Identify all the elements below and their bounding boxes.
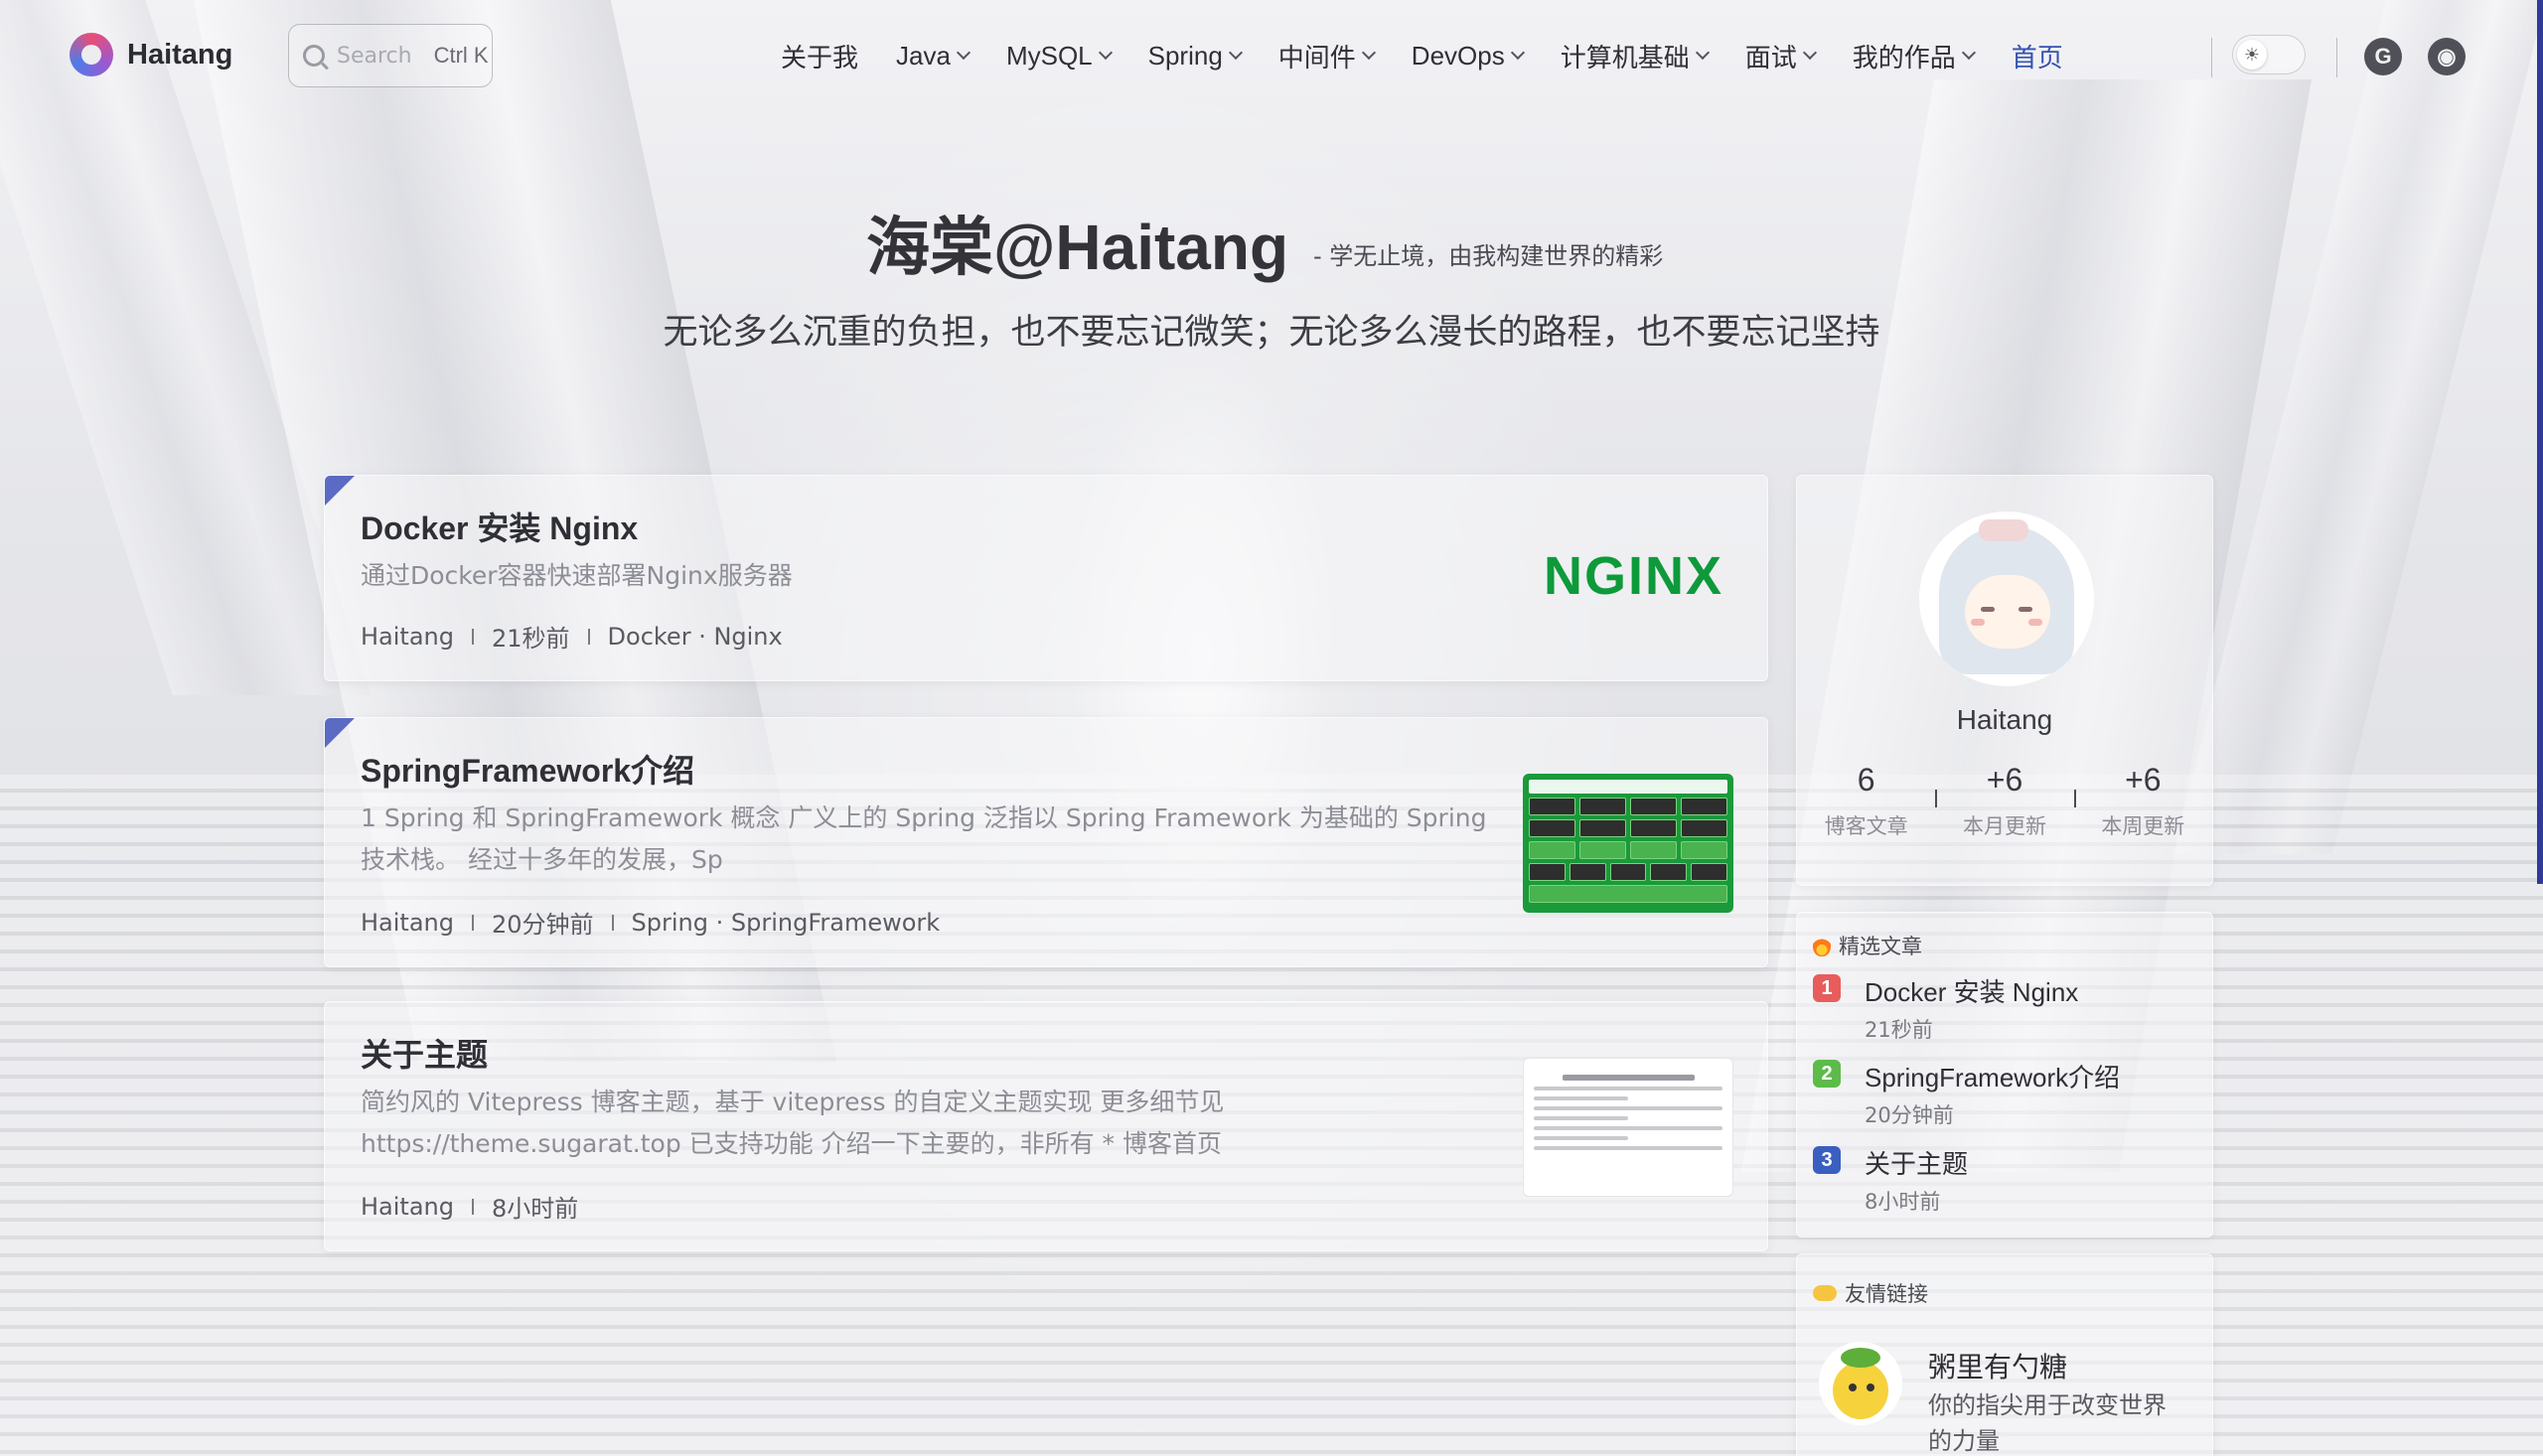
site-logo[interactable]: Haitang bbox=[70, 33, 232, 76]
rank-badge: 1 bbox=[1813, 974, 1841, 1002]
post-author: Haitang bbox=[361, 1192, 454, 1221]
handshake-icon bbox=[1813, 1285, 1837, 1301]
featured-heading: 精选文章 bbox=[1813, 931, 1922, 960]
chevron-down-icon bbox=[1098, 45, 1113, 61]
search-placeholder: Search bbox=[337, 43, 412, 69]
nav-item-works[interactable]: 我的作品 bbox=[1853, 38, 1976, 74]
search-icon bbox=[303, 45, 325, 67]
nav-item-home[interactable]: 首页 bbox=[2012, 38, 2063, 74]
post-description: 通过Docker容器快速部署Nginx服务器 bbox=[361, 561, 793, 590]
post-tags[interactable]: Spring · SpringFramework bbox=[632, 909, 941, 937]
featured-title[interactable]: 关于主题 bbox=[1865, 1144, 1968, 1181]
nav-divider bbox=[2211, 38, 2212, 77]
featured-time: 21秒前 bbox=[1865, 1018, 1933, 1042]
post-description: 简约风的 Vitepress 博客主题，基于 vitepress 的自定义主题实… bbox=[361, 1088, 1225, 1158]
post-cover-nginx-logo: NGINX bbox=[1543, 546, 1723, 606]
post-title[interactable]: 关于主题 bbox=[361, 1030, 488, 1076]
hero-subtitle: - 学无止境，由我构建世界的精彩 bbox=[1313, 242, 1664, 270]
chevron-down-icon bbox=[956, 45, 972, 61]
github-icon[interactable]: ◉ bbox=[2428, 38, 2466, 75]
friend-name[interactable]: 粥里有勺糖 bbox=[1928, 1346, 2067, 1385]
chevron-down-icon bbox=[1695, 45, 1710, 61]
author-name: Haitang bbox=[1956, 704, 2053, 735]
post-time: 8小时前 bbox=[491, 1195, 579, 1223]
friend-links-heading: 友情链接 bbox=[1813, 1278, 1928, 1308]
post-time: 20分钟前 bbox=[491, 911, 594, 939]
chevron-down-icon bbox=[1510, 45, 1525, 61]
chevron-down-icon bbox=[1361, 45, 1376, 61]
friend-links-card: 友情链接 粥里有勺糖 你的指尖用于改变世界的力量 bbox=[1796, 1253, 2213, 1456]
author-stats: 6 博客文章 +6 本月更新 +6 本周更新 bbox=[1797, 762, 2212, 840]
featured-posts-card: 精选文章 1 Docker 安装 Nginx 21秒前 2 SpringFram… bbox=[1796, 912, 2213, 1238]
fire-icon bbox=[1813, 935, 1831, 956]
post-meta: Haitang 21秒前 Docker · Nginx bbox=[361, 619, 783, 654]
nav-item-interview[interactable]: 面试 bbox=[1745, 38, 1817, 74]
search-button[interactable]: Search Ctrl K bbox=[288, 24, 493, 87]
nav-item-mysql[interactable]: MySQL bbox=[1006, 41, 1113, 72]
nav-item-spring[interactable]: Spring bbox=[1148, 41, 1243, 72]
featured-time: 20分钟前 bbox=[1865, 1103, 1954, 1127]
rank-badge: 3 bbox=[1813, 1146, 1841, 1174]
post-cover-image bbox=[1523, 1058, 1733, 1197]
post-card[interactable]: 关于主题 简约风的 Vitepress 博客主题，基于 vitepress 的自… bbox=[324, 1001, 1768, 1251]
nav-item-devops[interactable]: DevOps bbox=[1412, 41, 1525, 72]
main-menu: 关于我 Java MySQL Spring 中间件 DevOps 计算机基础 面… bbox=[781, 34, 2101, 77]
post-tags[interactable]: Docker · Nginx bbox=[608, 623, 783, 651]
top-nav: Haitang Search Ctrl K 关于我 Java MySQL Spr… bbox=[0, 0, 2543, 111]
chevron-down-icon bbox=[1228, 45, 1243, 61]
gitee-icon[interactable]: G bbox=[2364, 38, 2402, 75]
logo-icon bbox=[70, 33, 113, 76]
author-card: Haitang 6 博客文章 +6 本月更新 +6 本周更新 bbox=[1796, 475, 2213, 886]
sun-icon: ☀ bbox=[2237, 40, 2267, 70]
post-title[interactable]: SpringFramework介绍 bbox=[361, 746, 694, 792]
theme-toggle[interactable]: ☀ bbox=[2232, 35, 2306, 74]
chevron-down-icon bbox=[1802, 45, 1817, 61]
featured-title[interactable]: Docker 安装 Nginx bbox=[1865, 972, 2078, 1009]
post-author: Haitang bbox=[361, 908, 454, 937]
post-meta: Haitang 8小时前 bbox=[361, 1189, 578, 1224]
rank-badge: 2 bbox=[1813, 1060, 1841, 1088]
featured-time: 8小时前 bbox=[1865, 1190, 1941, 1214]
friend-avatar[interactable] bbox=[1819, 1342, 1902, 1425]
pinned-marker bbox=[325, 718, 355, 748]
post-meta: Haitang 20分钟前 Spring · SpringFramework bbox=[361, 905, 940, 940]
post-card[interactable]: SpringFramework介绍 1 Spring 和 SpringFrame… bbox=[324, 717, 1768, 967]
post-author: Haitang bbox=[361, 622, 454, 651]
chevron-down-icon bbox=[1961, 45, 1976, 61]
nav-item-about[interactable]: 关于我 bbox=[781, 38, 858, 74]
search-shortcut: Ctrl K bbox=[433, 43, 489, 68]
hero-title: 海棠@Haitang bbox=[866, 212, 1289, 283]
site-name: Haitang bbox=[127, 38, 233, 71]
stat-week: +6 本周更新 bbox=[2073, 762, 2212, 840]
page-scrollbar[interactable] bbox=[2537, 0, 2543, 884]
nav-item-middleware[interactable]: 中间件 bbox=[1278, 38, 1376, 74]
post-card[interactable]: Docker 安装 Nginx 通过Docker容器快速部署Nginx服务器 H… bbox=[324, 475, 1768, 681]
nav-item-cs-basics[interactable]: 计算机基础 bbox=[1561, 38, 1710, 74]
post-title[interactable]: Docker 安装 Nginx bbox=[361, 504, 638, 549]
stat-posts: 6 博客文章 bbox=[1824, 762, 1908, 838]
post-description: 1 Spring 和 SpringFramework 概念 广义上的 Sprin… bbox=[361, 803, 1487, 874]
featured-title[interactable]: SpringFramework介绍 bbox=[1865, 1058, 2120, 1094]
post-time: 21秒前 bbox=[491, 625, 570, 653]
author-avatar[interactable] bbox=[1919, 511, 2094, 686]
post-cover-image bbox=[1523, 774, 1733, 913]
friend-description: 你的指尖用于改变世界的力量 bbox=[1928, 1391, 2167, 1455]
pinned-marker bbox=[325, 476, 355, 506]
nav-item-java[interactable]: Java bbox=[896, 41, 972, 72]
nav-divider bbox=[2336, 38, 2337, 77]
stat-month: +6 本月更新 bbox=[1935, 762, 2073, 840]
hero-motto: 无论多么沉重的负担，也不要忘记微笑；无论多么漫长的路程，也不要忘记坚持 bbox=[663, 313, 1880, 353]
